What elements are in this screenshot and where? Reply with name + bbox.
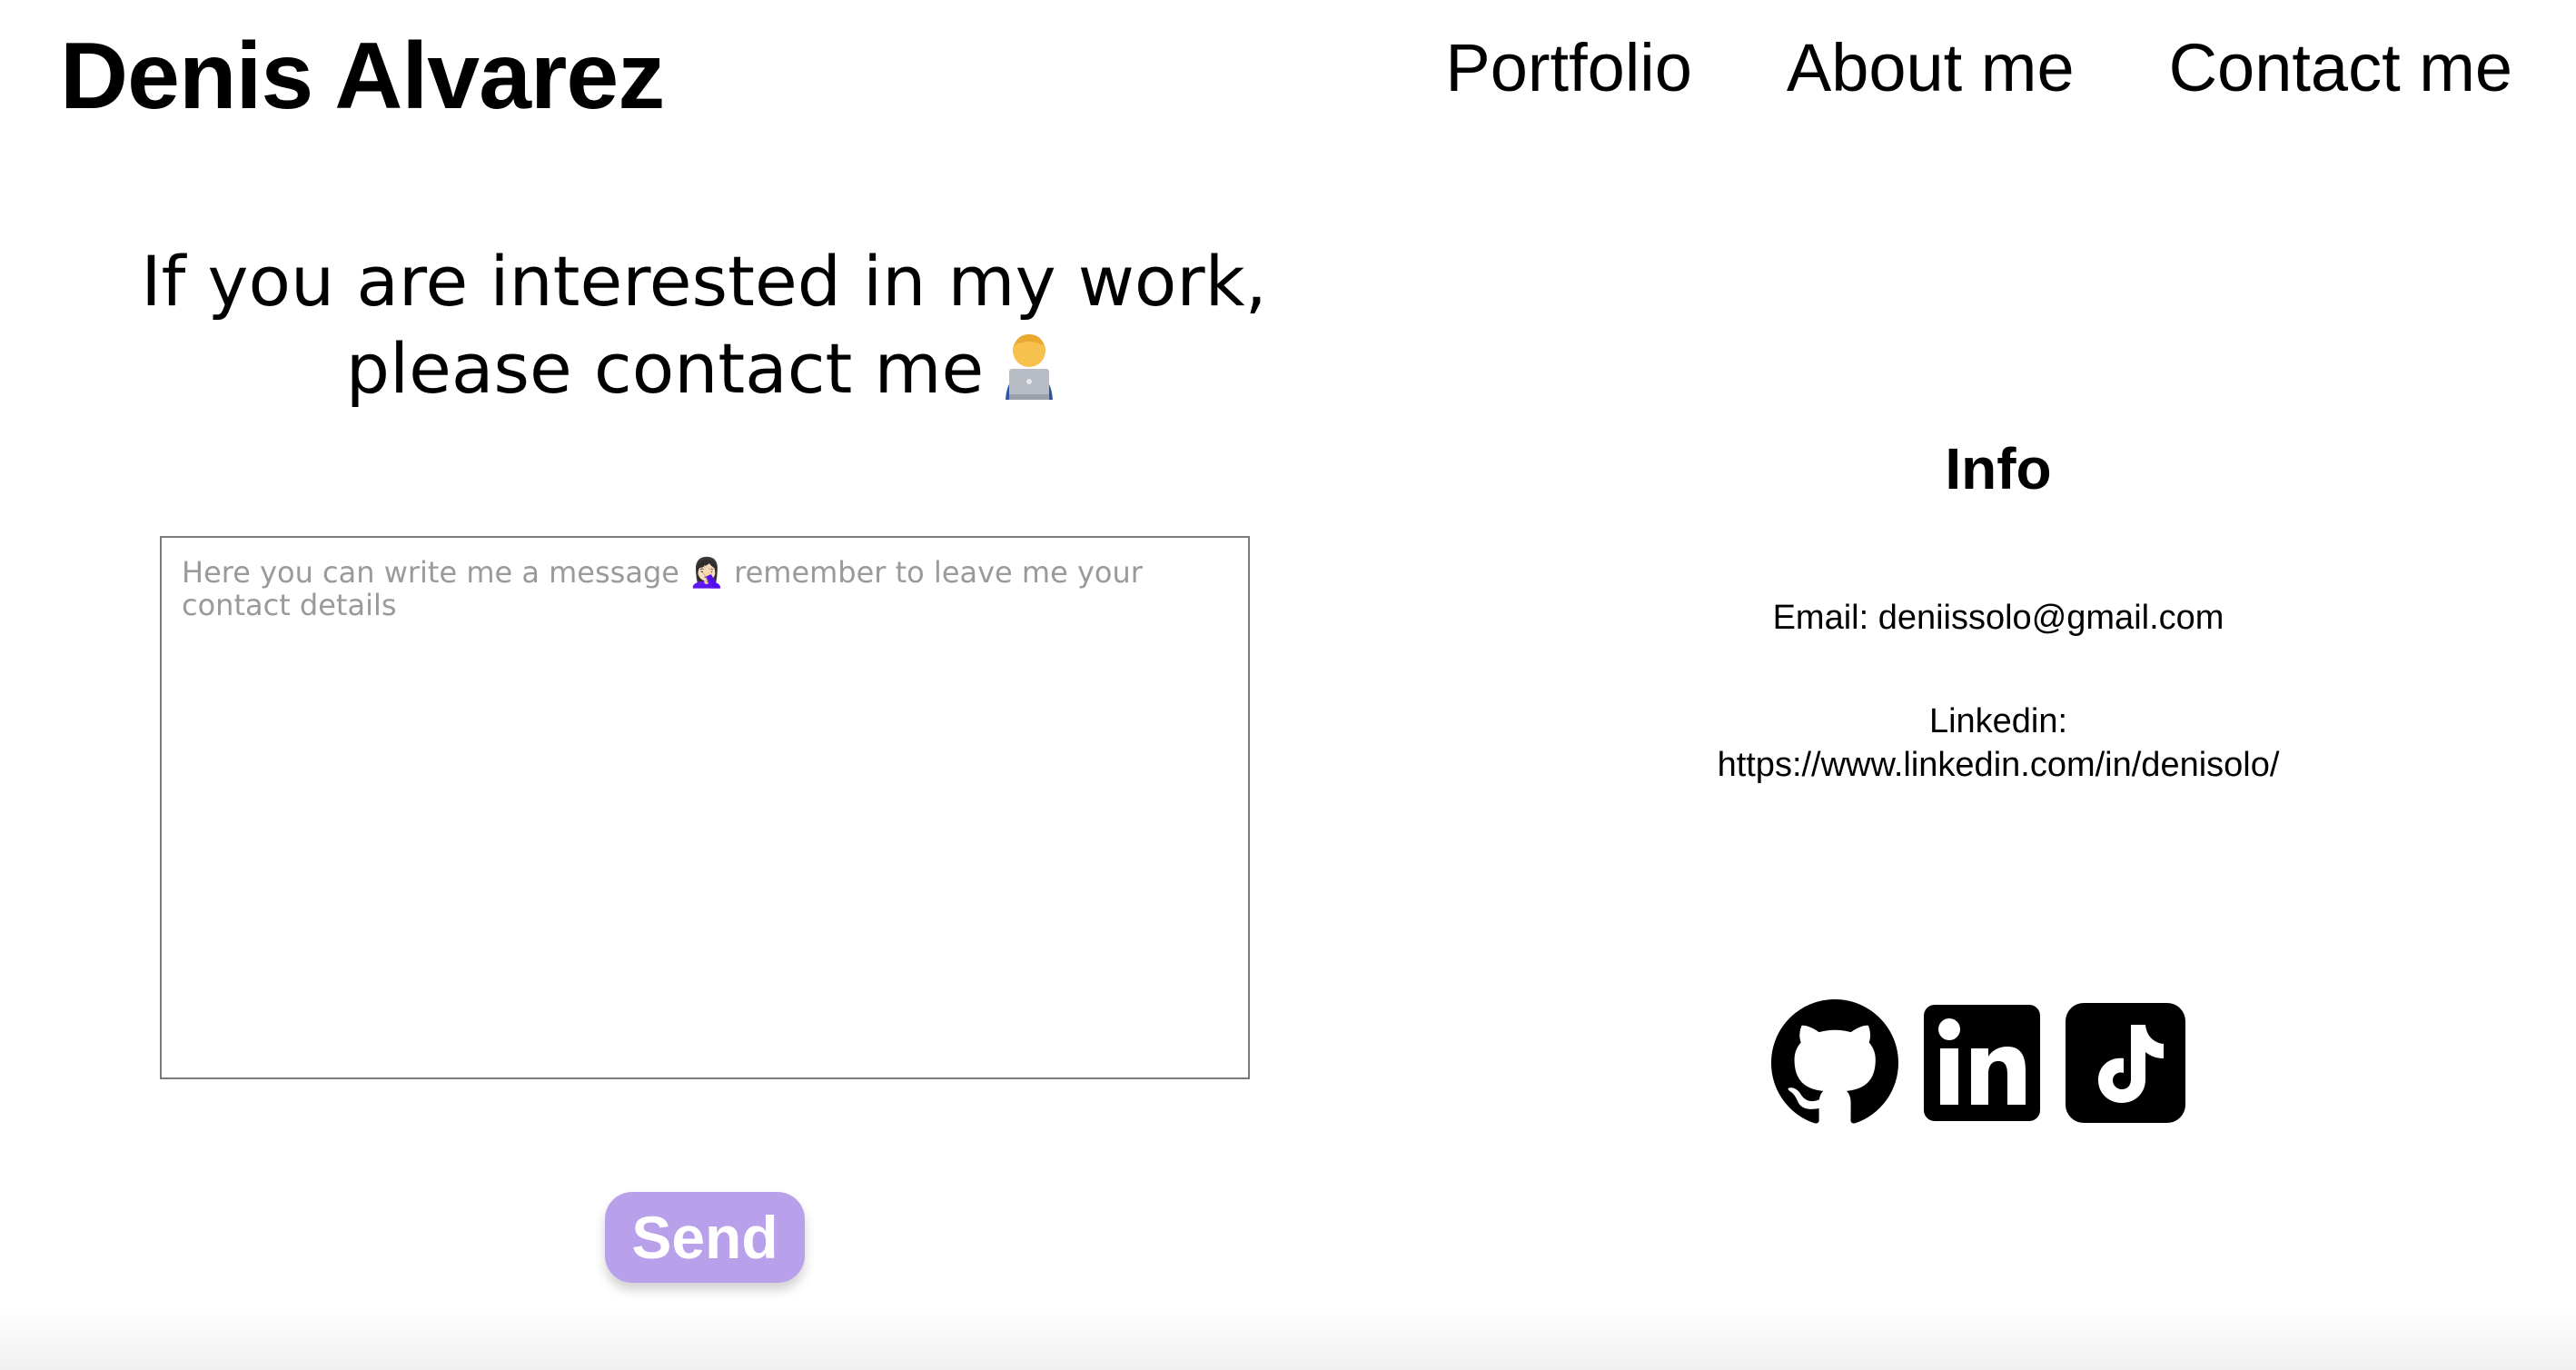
nav-about-me[interactable]: About me: [1787, 31, 2075, 105]
linkedin-url[interactable]: https://www.linkedin.com/in/denisolo/: [1544, 743, 2452, 787]
main-nav: Portfolio About me Contact me: [1445, 31, 2512, 105]
nav-contact-me[interactable]: Contact me: [2169, 31, 2512, 105]
github-icon[interactable]: [1771, 999, 1898, 1131]
linkedin-label: Linkedin:: [1928, 702, 2068, 740]
site-brand[interactable]: Denis Alvarez: [60, 20, 665, 134]
contact-page: Denis Alvarez Portfolio About me Contact…: [0, 0, 2576, 1370]
info-title: Info: [1945, 436, 2052, 501]
tiktok-icon[interactable]: [2066, 1003, 2185, 1127]
linkedin-icon[interactable]: [1924, 1005, 2040, 1126]
contact-headline: If you are interested in my work, please…: [100, 238, 1308, 422]
send-button[interactable]: Send: [605, 1192, 805, 1283]
message-textarea[interactable]: [160, 536, 1250, 1079]
info-linkedin: Linkedin: https://www.linkedin.com/in/de…: [1544, 700, 2452, 787]
nav-portfolio[interactable]: Portfolio: [1445, 31, 1691, 105]
page-bottom-shadow: [0, 1306, 2576, 1370]
headline-line-2: please contact me: [100, 325, 1308, 422]
person-laptop-icon: [996, 329, 1062, 422]
headline-line-2-text: please contact me: [345, 328, 985, 409]
info-email: Email: deniissolo@gmail.com: [1772, 599, 2224, 637]
headline-line-1: If you are interested in my work,: [141, 241, 1267, 322]
social-links: [1771, 999, 2185, 1131]
